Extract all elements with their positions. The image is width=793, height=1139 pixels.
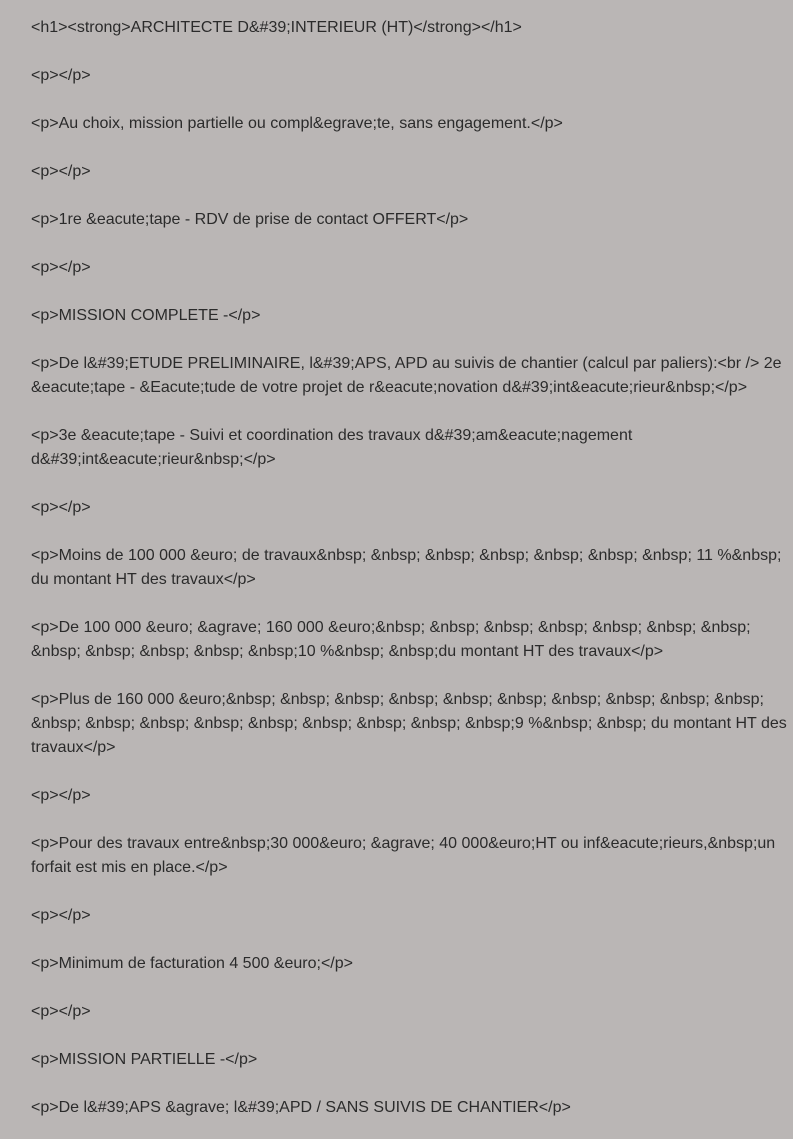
- empty-paragraph-line: <p></p>: [31, 163, 91, 180]
- heading-line: <h1><strong>ARCHITECTE D&#39;INTERIEUR (…: [31, 19, 522, 36]
- step-one-line: <p>1re &eacute;tape - RDV de prise de co…: [31, 211, 469, 228]
- fee-tier-2-line: <p>De 100 000 &euro; &agrave; 160 000 &e…: [31, 619, 751, 660]
- mission-partial-line: <p>MISSION PARTIELLE -</p>: [31, 1051, 258, 1068]
- flat-fee-line: <p>Pour des travaux entre&nbsp;30 000&eu…: [31, 835, 776, 876]
- fee-tier-3-line: <p>Plus de 160 000 &euro;&nbsp; &nbsp; &…: [31, 691, 787, 756]
- raw-html-document: <h1><strong>ARCHITECTE D&#39;INTERIEUR (…: [0, 0, 793, 1139]
- empty-paragraph-line: <p></p>: [31, 499, 91, 516]
- empty-paragraph-line: <p></p>: [31, 907, 91, 924]
- step-three-line: <p>3e &eacute;tape - Suivi et coordinati…: [31, 427, 633, 468]
- mission-complete-line: <p>MISSION COMPLETE -</p>: [31, 307, 261, 324]
- step-two-line: <p>De l&#39;ETUDE PRELIMINAIRE, l&#39;AP…: [31, 355, 782, 396]
- minimum-billing-line: <p>Minimum de facturation 4 500 &euro;</…: [31, 955, 353, 972]
- partial-scope-line: <p>De l&#39;APS &agrave; l&#39;APD / SAN…: [31, 1099, 571, 1116]
- empty-paragraph-line: <p></p>: [31, 67, 91, 84]
- empty-paragraph-line: <p></p>: [31, 259, 91, 276]
- empty-paragraph-line: <p></p>: [31, 787, 91, 804]
- intro-line: <p>Au choix, mission partielle ou compl&…: [31, 115, 563, 132]
- empty-paragraph-line: <p></p>: [31, 1003, 91, 1020]
- fee-tier-1-line: <p>Moins de 100 000 &euro; de travaux&nb…: [31, 547, 782, 588]
